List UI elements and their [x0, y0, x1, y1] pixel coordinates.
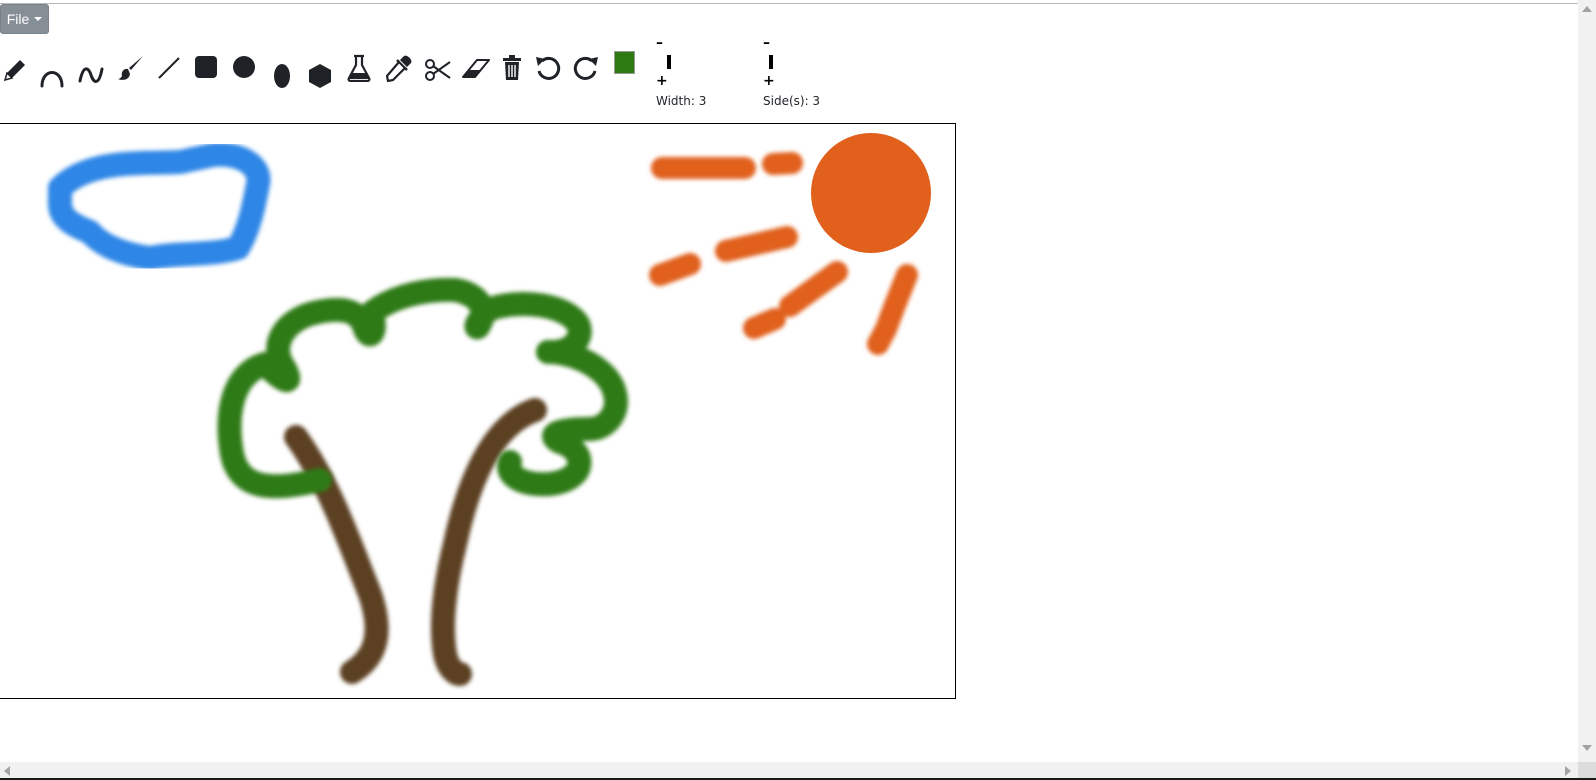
- caret-down-icon: [34, 17, 43, 21]
- pencil-icon[interactable]: [0, 55, 30, 85]
- tree-foliage: [217, 277, 628, 499]
- current-color-swatch[interactable]: [614, 51, 635, 74]
- scroll-down-icon[interactable]: [1582, 745, 1592, 751]
- width-indicator: [667, 55, 671, 69]
- drawing-canvas[interactable]: [0, 123, 956, 699]
- scroll-up-icon[interactable]: [1582, 6, 1592, 12]
- scroll-left-icon[interactable]: [4, 766, 10, 776]
- redo-icon[interactable]: [571, 53, 601, 83]
- sun-drawing: [811, 133, 931, 253]
- line-icon[interactable]: [154, 53, 184, 83]
- eyedropper-icon[interactable]: [384, 53, 414, 83]
- sides-label: Side(s): 3: [763, 94, 821, 108]
- circle-icon[interactable]: [229, 52, 259, 82]
- ellipse-icon[interactable]: [267, 61, 297, 91]
- top-border: [0, 3, 1578, 4]
- wave-icon[interactable]: [76, 59, 106, 89]
- sides-increase-button[interactable]: +: [763, 74, 775, 88]
- file-menu-label: File: [6, 11, 30, 27]
- sides-indicator: [769, 55, 773, 69]
- tree-trunk: [284, 398, 547, 686]
- cloud-drawing: [48, 142, 271, 270]
- scissors-icon[interactable]: [423, 55, 453, 85]
- flask-icon[interactable]: [344, 53, 374, 83]
- trash-icon[interactable]: [497, 53, 527, 83]
- paintbrush-icon[interactable]: [116, 53, 146, 83]
- width-decrease-button[interactable]: –: [656, 36, 663, 50]
- square-icon[interactable]: [191, 52, 221, 82]
- curve-icon[interactable]: [37, 60, 67, 90]
- scroll-right-icon[interactable]: [1565, 766, 1571, 776]
- hexagon-icon[interactable]: [305, 61, 335, 91]
- vertical-scrollbar[interactable]: [1578, 0, 1596, 762]
- sides-decrease-button[interactable]: –: [763, 36, 770, 50]
- undo-icon[interactable]: [533, 53, 563, 83]
- eraser-icon[interactable]: [461, 54, 491, 84]
- width-label: Width: 3: [656, 94, 707, 108]
- file-menu-button[interactable]: File: [0, 4, 49, 34]
- width-increase-button[interactable]: +: [656, 74, 668, 88]
- canvas-drawing: [48, 133, 931, 686]
